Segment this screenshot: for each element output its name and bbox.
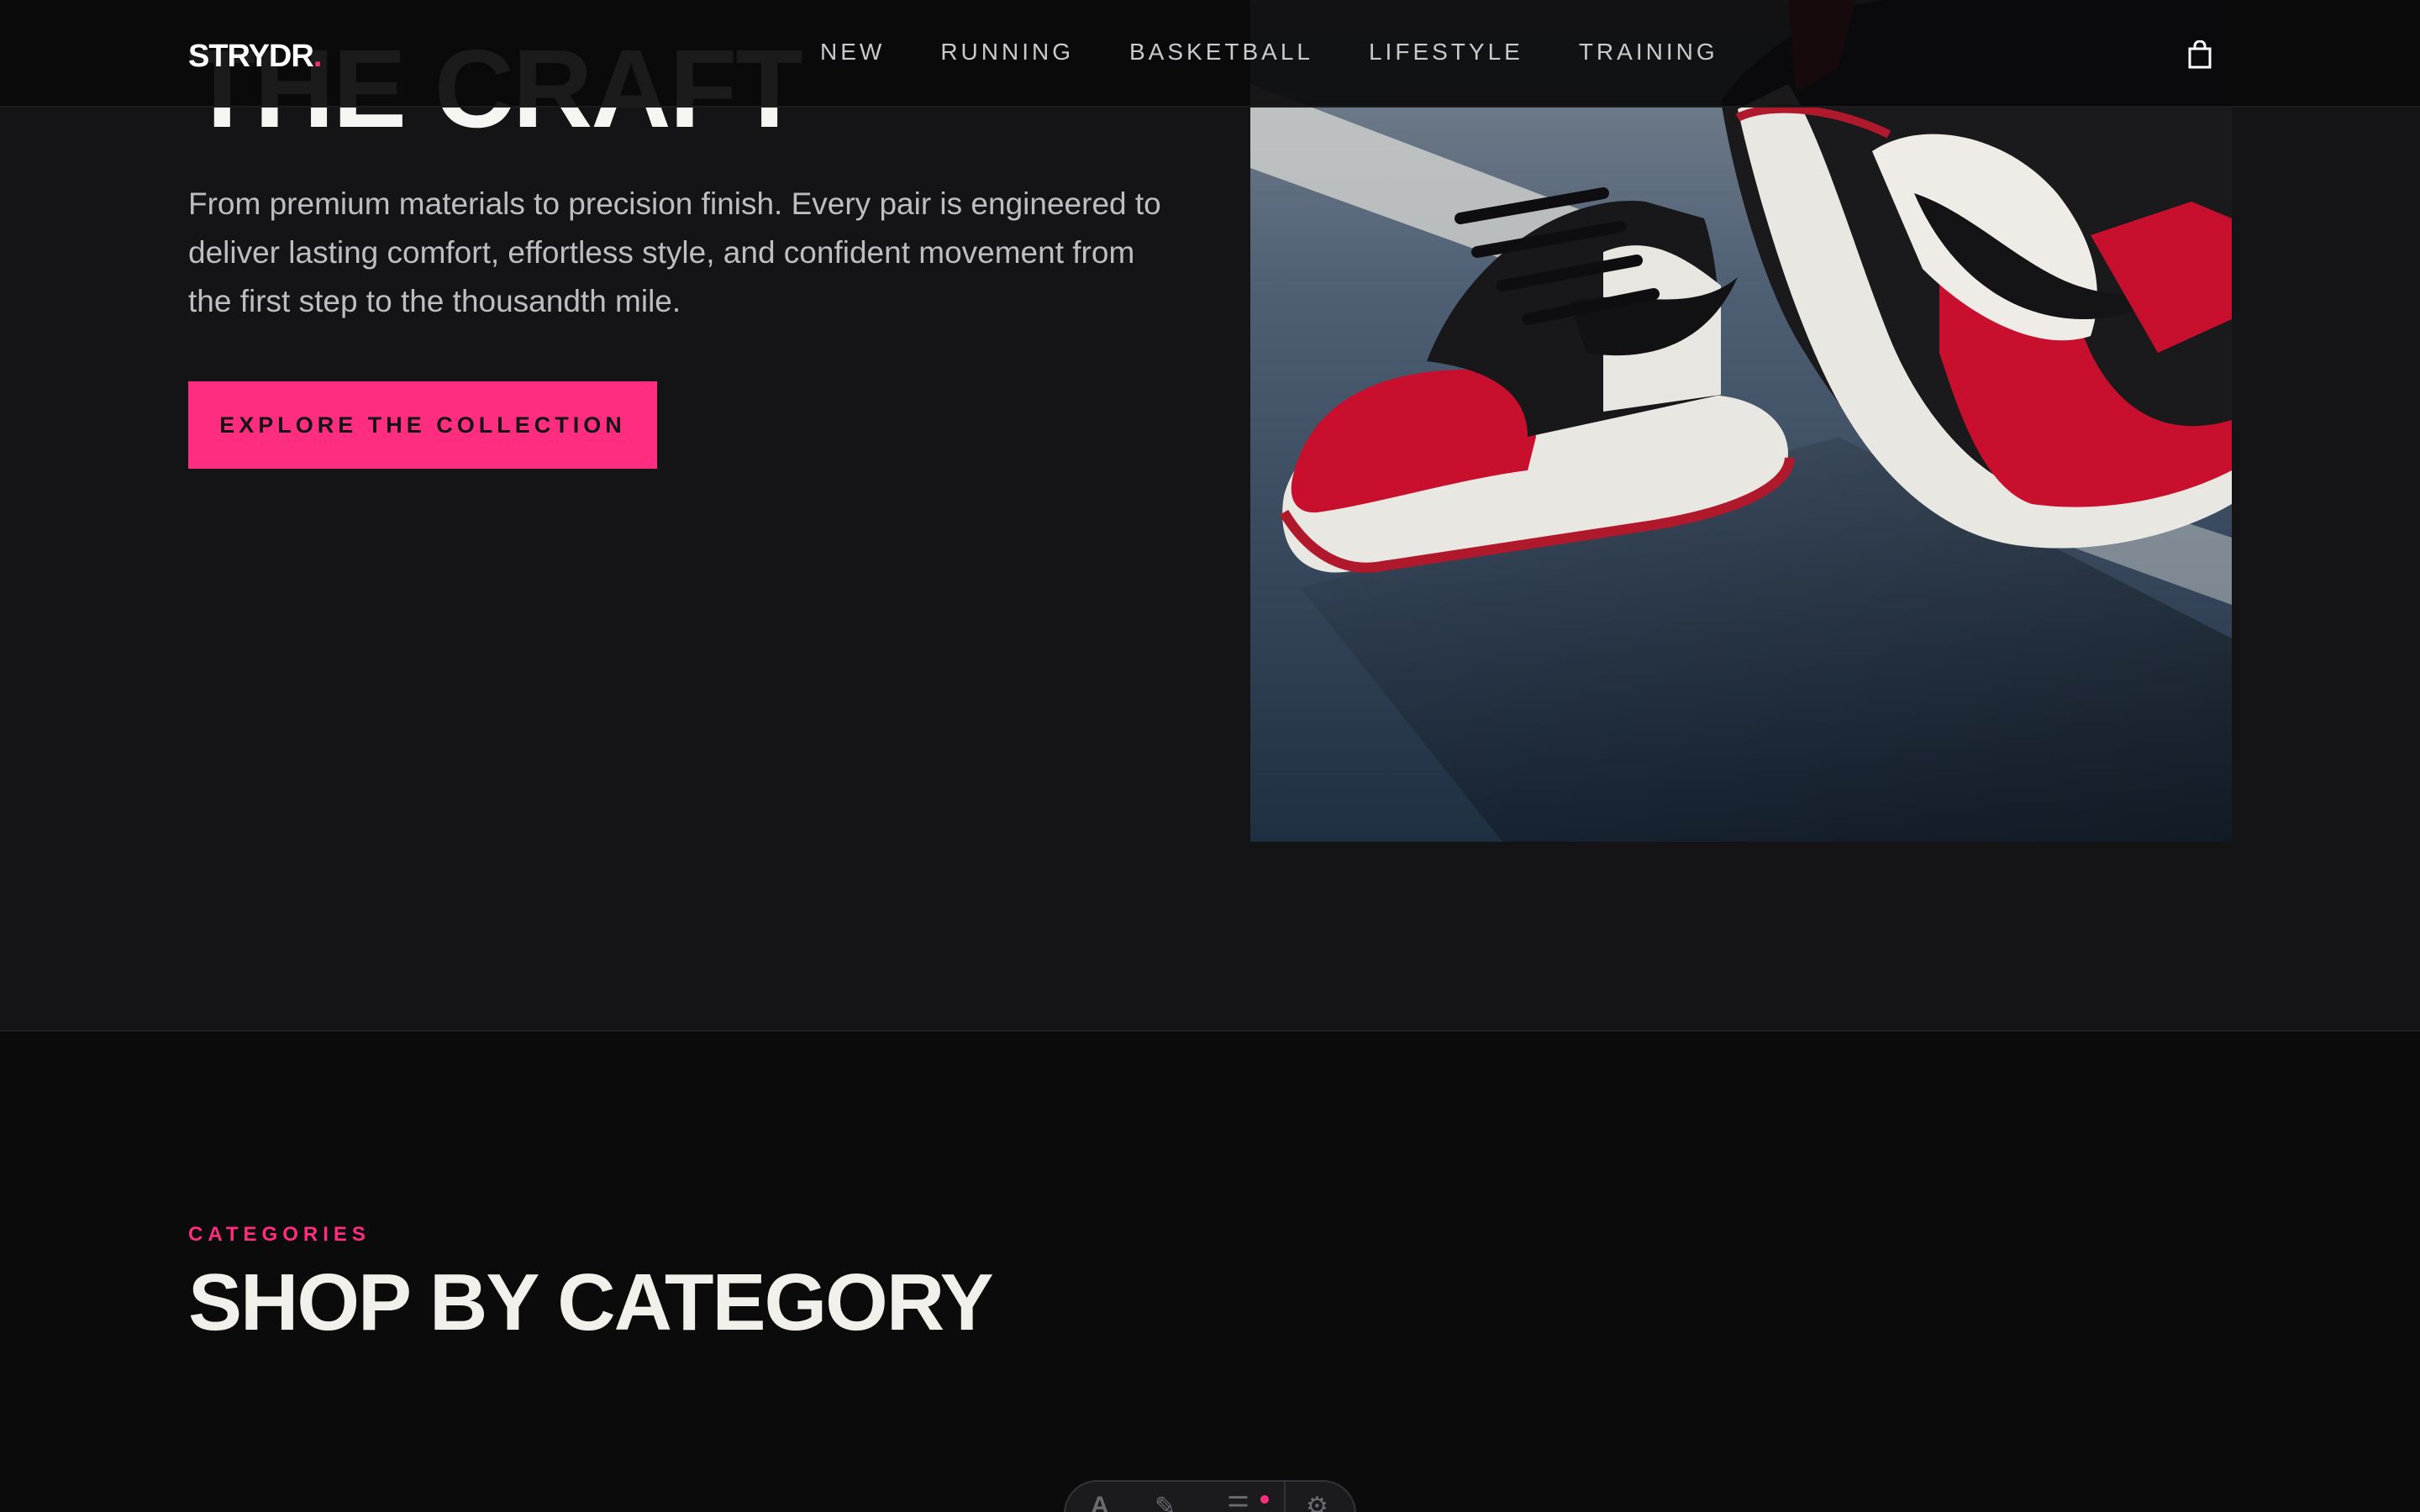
nav-link-training[interactable]: TRAINING (1579, 39, 1718, 66)
brand-dot: . (313, 39, 323, 74)
nav-link-new[interactable]: NEW (820, 39, 885, 66)
shopping-bag-icon[interactable] (2188, 39, 2212, 69)
pen-icon[interactable]: ✎ (1155, 1492, 1176, 1512)
gear-icon[interactable]: ⚙ (1306, 1492, 1328, 1512)
explore-collection-button[interactable]: EXPLORE THE COLLECTION (188, 381, 657, 469)
menu-icon[interactable]: ☰ (1227, 1492, 1249, 1512)
top-nav: STRYDR. NEW RUNNING BASKETBALL LIFESTYLE… (0, 0, 2420, 108)
brand-name: STRYDR (188, 39, 314, 74)
categories-eyebrow: CATEGORIES (188, 1223, 371, 1246)
hero-section: THE CRAFT From premium materials to prec… (0, 0, 2420, 1030)
hero-description: From premium materials to precision fini… (188, 186, 1161, 318)
brand-logo[interactable]: STRYDR. (188, 39, 323, 75)
nav-link-basketball[interactable]: BASKETBALL (1129, 39, 1313, 66)
nav-link-running[interactable]: RUNNING (940, 39, 1074, 66)
shop-by-category-title: SHOP BY CATEGORY (188, 1257, 994, 1347)
nav-links: NEW RUNNING BASKETBALL LIFESTYLE TRAININ… (820, 39, 1718, 66)
floating-toolbar: A ✎ ☰ ⚙ (1064, 1480, 1356, 1512)
notification-dot (1260, 1495, 1269, 1504)
section-divider (0, 1030, 2420, 1032)
text-icon[interactable]: A (1091, 1492, 1109, 1512)
nav-link-lifestyle[interactable]: LIFESTYLE (1369, 39, 1523, 66)
sneaker-image (1250, 0, 2232, 842)
toolbar-divider (1284, 1482, 1286, 1512)
